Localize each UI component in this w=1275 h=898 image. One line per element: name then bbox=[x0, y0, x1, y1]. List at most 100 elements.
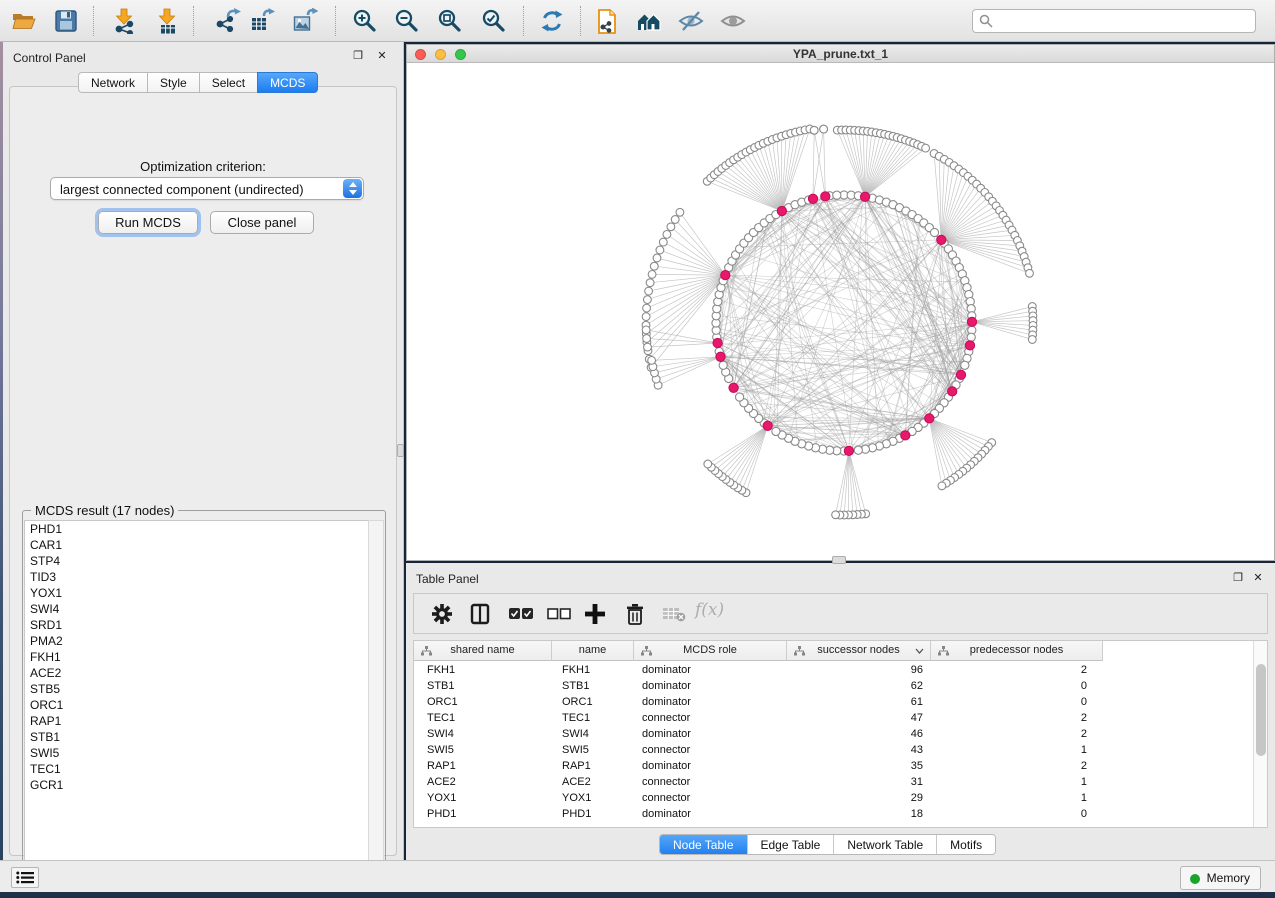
list-item[interactable]: STB1 bbox=[25, 729, 369, 745]
hide-selected-eye-icon[interactable] bbox=[678, 8, 704, 34]
tab-style[interactable]: Style bbox=[147, 72, 199, 93]
export-table-icon[interactable] bbox=[249, 8, 275, 34]
save-icon[interactable] bbox=[53, 8, 79, 34]
tab-node-table[interactable]: Node Table bbox=[660, 835, 748, 855]
network-leaf-node[interactable] bbox=[642, 326, 650, 334]
column-visibility-icon[interactable] bbox=[470, 603, 490, 625]
zoom-out-icon[interactable] bbox=[394, 8, 420, 34]
table-row[interactable]: STB1STB1dominator620 bbox=[414, 678, 1103, 694]
network-hub-node[interactable] bbox=[965, 341, 974, 350]
table-row[interactable]: ORC1ORC1dominator610 bbox=[414, 694, 1103, 710]
table-row[interactable]: RAP1RAP1dominator352 bbox=[414, 758, 1103, 774]
network-hub-node[interactable] bbox=[721, 271, 730, 280]
list-item[interactable]: GCR1 bbox=[25, 777, 369, 793]
vertical-divider-grip[interactable] bbox=[397, 444, 404, 457]
network-node[interactable] bbox=[930, 228, 938, 236]
open-folder-icon[interactable] bbox=[11, 8, 37, 34]
table-row[interactable]: TEC1TEC1connector472 bbox=[414, 710, 1103, 726]
table-row[interactable]: YOX1YOX1connector291 bbox=[414, 790, 1103, 806]
memory-button[interactable]: Memory bbox=[1180, 866, 1261, 890]
tab-network-table[interactable]: Network Table bbox=[834, 835, 937, 855]
list-item[interactable]: PHD1 bbox=[25, 521, 369, 537]
network-hub-node[interactable] bbox=[956, 370, 965, 379]
network-leaf-node[interactable] bbox=[671, 216, 679, 224]
network-leaf-node[interactable] bbox=[645, 287, 653, 295]
network-leaf-node[interactable] bbox=[656, 246, 664, 254]
network-canvas[interactable] bbox=[407, 63, 1274, 560]
table-scrollbar-thumb[interactable] bbox=[1256, 664, 1266, 756]
network-leaf-node[interactable] bbox=[938, 482, 946, 490]
network-node[interactable] bbox=[719, 361, 727, 369]
table-row[interactable]: FKH1FKH1dominator962 bbox=[414, 662, 1103, 678]
network-leaf-node[interactable] bbox=[704, 460, 712, 468]
network-leaf-node[interactable] bbox=[1026, 269, 1034, 277]
network-window-titlebar[interactable]: YPA_prune.txt_1 bbox=[407, 45, 1274, 63]
network-node[interactable] bbox=[854, 446, 862, 454]
network-hub-node[interactable] bbox=[937, 235, 946, 244]
network-leaf-node[interactable] bbox=[643, 304, 651, 312]
network-leaf-node[interactable] bbox=[922, 144, 930, 152]
list-item[interactable]: STP4 bbox=[25, 553, 369, 569]
network-hub-node[interactable] bbox=[763, 421, 772, 430]
network-leaf-node[interactable] bbox=[650, 262, 658, 270]
import-network-icon[interactable] bbox=[111, 8, 137, 34]
network-graph[interactable] bbox=[407, 63, 1274, 560]
network-hub-node[interactable] bbox=[713, 338, 722, 347]
network-hub-node[interactable] bbox=[925, 414, 934, 423]
add-column-plus-icon[interactable] bbox=[584, 603, 606, 625]
horizontal-divider-grip[interactable] bbox=[832, 556, 846, 564]
network-hub-node[interactable] bbox=[861, 192, 870, 201]
zoom-fit-icon[interactable] bbox=[437, 8, 463, 34]
network-node[interactable] bbox=[961, 361, 969, 369]
criterion-dropdown[interactable]: largest connected component (undirected) bbox=[50, 177, 364, 200]
tab-mcds[interactable]: MCDS bbox=[257, 72, 318, 93]
network-node[interactable] bbox=[833, 191, 841, 199]
network-leaf-node[interactable] bbox=[659, 238, 667, 246]
network-hub-node[interactable] bbox=[777, 206, 786, 215]
close-table-panel-icon[interactable]: ✕ bbox=[1251, 571, 1265, 585]
network-leaf-node[interactable] bbox=[644, 296, 652, 304]
network-leaf-node[interactable] bbox=[653, 254, 661, 262]
network-leaf-node[interactable] bbox=[648, 357, 656, 365]
list-item[interactable]: SWI4 bbox=[25, 601, 369, 617]
network-node[interactable] bbox=[772, 427, 780, 435]
unselect-all-icon[interactable] bbox=[547, 608, 571, 620]
network-hub-node[interactable] bbox=[948, 387, 957, 396]
list-item[interactable]: ACE2 bbox=[25, 665, 369, 681]
export-image-icon[interactable] bbox=[292, 8, 318, 34]
column-header-successor-nodes[interactable]: successor nodes bbox=[787, 641, 931, 661]
run-mcds-button[interactable]: Run MCDS bbox=[98, 211, 198, 234]
list-item[interactable]: FKH1 bbox=[25, 649, 369, 665]
network-node[interactable] bbox=[736, 393, 744, 401]
network-hub-node[interactable] bbox=[821, 192, 830, 201]
network-node[interactable] bbox=[967, 333, 975, 341]
show-networks-icon[interactable] bbox=[636, 8, 662, 34]
list-item[interactable]: TID3 bbox=[25, 569, 369, 585]
list-item[interactable]: CAR1 bbox=[25, 537, 369, 553]
delete-table-icon[interactable] bbox=[662, 607, 686, 622]
column-header-predecessor-nodes[interactable]: predecessor nodes bbox=[931, 641, 1103, 661]
column-header-name[interactable]: name bbox=[552, 641, 634, 661]
network-leaf-node[interactable] bbox=[676, 208, 684, 216]
network-hub-node[interactable] bbox=[808, 194, 817, 203]
zoom-selected-icon[interactable] bbox=[481, 8, 507, 34]
list-item[interactable]: RAP1 bbox=[25, 713, 369, 729]
import-table-icon[interactable] bbox=[154, 8, 180, 34]
list-item[interactable]: TEC1 bbox=[25, 761, 369, 777]
network-hub-node[interactable] bbox=[844, 446, 853, 455]
network-hub-node[interactable] bbox=[901, 431, 910, 440]
task-history-button[interactable] bbox=[11, 867, 39, 888]
network-leaf-node[interactable] bbox=[810, 126, 818, 134]
close-panel-icon[interactable]: ✕ bbox=[375, 49, 389, 63]
delete-column-trash-icon[interactable] bbox=[625, 603, 645, 625]
network-hub-node[interactable] bbox=[967, 317, 976, 326]
list-item[interactable]: STB5 bbox=[25, 681, 369, 697]
table-settings-gear-icon[interactable] bbox=[431, 603, 453, 625]
network-leaf-node[interactable] bbox=[667, 223, 675, 231]
column-header-mcds-role[interactable]: MCDS role bbox=[634, 641, 787, 661]
export-network-icon[interactable] bbox=[215, 8, 241, 34]
network-hub-node[interactable] bbox=[729, 383, 738, 392]
zoom-in-icon[interactable] bbox=[352, 8, 378, 34]
list-item[interactable]: SRD1 bbox=[25, 617, 369, 633]
share-document-icon[interactable] bbox=[594, 8, 620, 34]
